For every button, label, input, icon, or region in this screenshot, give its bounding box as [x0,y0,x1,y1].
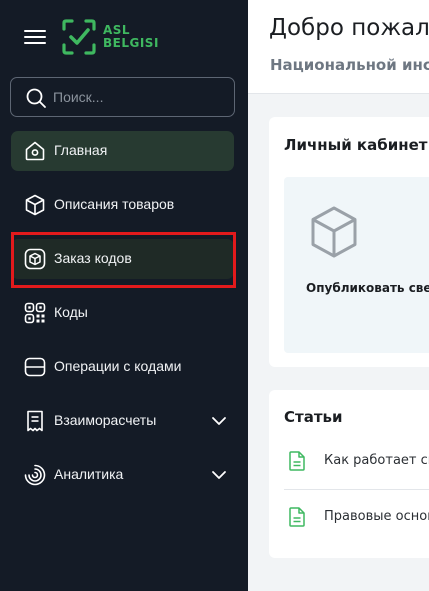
sidebar-item-label: Заказ кодов [54,250,132,266]
personal-cabinet-card: Личный кабинет Опубликовать све [269,117,429,367]
sidebar-item-code-operations[interactable]: Операции с кодами [11,347,234,387]
qr-code-icon [24,302,46,324]
brand-logo[interactable]: ASL BELGISI [60,18,160,56]
brand-wordmark: ASL BELGISI [103,24,159,50]
sidebar-item-label: Операции с кодами [54,358,182,374]
chevron-down-icon[interactable] [210,412,228,430]
chevron-down-icon[interactable] [210,466,228,484]
card-title: Личный кабинет [284,136,428,154]
sidebar-item-home[interactable]: Главная [11,131,234,171]
brand-line-2: BELGISI [103,36,159,50]
tile-label: Опубликовать све [306,281,429,295]
search-input[interactable] [53,86,223,108]
sidebar-item-label: Аналитика [54,466,124,482]
sidebar-item-analytics[interactable]: Аналитика [11,455,234,495]
logo-check-icon [62,19,96,55]
sidebar-item-code-order[interactable]: Заказ кодов [11,239,234,279]
box-icon [311,206,357,258]
sidebar-item-label: Коды [54,304,88,320]
articles-card: Статьи Как работает си Правовые основ [269,390,429,558]
sidebar-item-product-descriptions[interactable]: Описания товаров [11,185,234,225]
sidebar-header: ASL BELGISI [0,0,248,72]
article-title: Правовые основ [324,509,429,524]
article-item[interactable]: Как работает си [284,434,429,488]
sidebar-item-settlements[interactable]: Взаиморасчеты [11,401,234,441]
sidebar-item-label: Взаиморасчеты [54,412,157,428]
page-header: Добро пожал Национальной инс [248,0,429,94]
publish-tile[interactable]: Опубликовать све [284,177,429,353]
main-content: Добро пожал Национальной инс Личный каби… [248,0,429,591]
box-order-icon [24,248,46,270]
article-title: Как работает си [324,453,429,468]
document-icon [289,507,305,527]
analytics-icon [24,464,46,486]
box-icon [25,194,45,216]
operations-icon [24,357,46,377]
home-icon [25,141,45,161]
search-box[interactable] [10,77,235,117]
app-window: ASL BELGISI Главная [0,0,429,591]
sidebar-item-label: Описания товаров [54,196,175,212]
sidebar-item-codes[interactable]: Коды [11,293,234,333]
sidebar: ASL BELGISI Главная [0,0,248,591]
sidebar-item-label: Главная [54,142,108,158]
menu-icon[interactable] [24,29,46,45]
receipt-icon [27,410,43,432]
search-icon [26,88,46,108]
article-item[interactable]: Правовые основ [284,489,429,543]
page-subtitle: Национальной инс [270,56,429,74]
page-title: Добро пожал [269,15,429,41]
card-title: Статьи [284,408,343,426]
document-icon [289,451,305,471]
